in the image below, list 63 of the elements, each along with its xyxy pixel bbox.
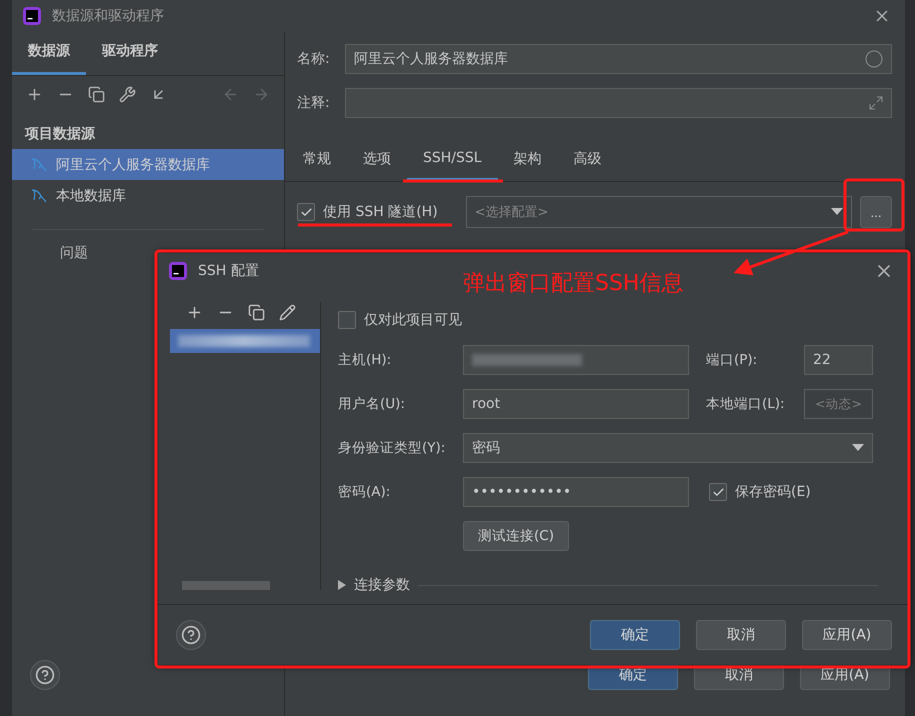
field-label: 端口(P): — [705, 351, 758, 369]
app-logo-icon — [22, 6, 42, 26]
help-button[interactable] — [30, 660, 60, 690]
wrench-icon[interactable] — [119, 86, 136, 103]
section-label: 连接参数 — [354, 576, 410, 594]
copy-icon[interactable] — [248, 304, 265, 321]
section-title: 项目数据源 — [24, 125, 96, 144]
checkbox-label: 仅对此项目可见 — [364, 311, 462, 329]
field-label: 注释: — [297, 94, 331, 112]
help-button[interactable] — [176, 620, 206, 650]
dropdown-caret-icon — [852, 444, 864, 452]
field-label: 主机(H): — [338, 351, 392, 369]
annotation-text: 弹出窗口配置SSH信息 — [463, 270, 684, 298]
add-icon[interactable] — [26, 86, 43, 103]
checkbox-label: 使用 SSH 隧道(H) — [323, 203, 438, 221]
comment-field[interactable] — [345, 88, 892, 118]
item-label: 阿里云个人服务器数据库 — [56, 156, 210, 174]
config-dropdown[interactable]: <选择配置> — [466, 196, 852, 228]
tab[interactable]: SSH/SSL — [407, 140, 498, 181]
circle-icon — [865, 50, 883, 68]
more-button[interactable]: ... — [860, 196, 892, 228]
host-field[interactable] — [463, 345, 689, 375]
expand-icon — [869, 96, 883, 110]
name-field[interactable]: 阿里云个人服务器数据库 — [345, 44, 892, 74]
password-field[interactable]: •••••••••••• — [463, 477, 689, 507]
field-label: 本地端口(L): — [705, 395, 786, 413]
dolphin-icon — [30, 188, 48, 204]
auth-type-dropdown[interactable]: 密码 — [463, 433, 873, 463]
checkbox[interactable] — [709, 483, 727, 501]
annotation-box — [844, 178, 904, 232]
dialog-button[interactable]: 应用(A) — [802, 620, 892, 650]
data-source-item[interactable]: 本地数据库 — [12, 180, 284, 211]
data-source-item[interactable]: 阿里云个人服务器数据库 — [12, 149, 284, 180]
port-field[interactable]: 22 — [804, 345, 873, 375]
add-icon[interactable] — [186, 304, 203, 321]
field-label: 身份验证类型(Y): — [338, 439, 446, 457]
dialog-button[interactable]: 取消 — [696, 620, 786, 650]
dialog-title: SSH 配置 — [198, 262, 260, 280]
expand-triangle-icon[interactable] — [338, 580, 346, 590]
tab[interactable]: 选项 — [347, 140, 407, 181]
copy-icon[interactable] — [88, 86, 105, 103]
primary-button[interactable]: 确定 — [590, 620, 680, 650]
checkbox-label: 保存密码(E) — [735, 483, 811, 501]
field-label: 密码(A): — [338, 483, 392, 501]
dolphin-icon — [30, 156, 48, 172]
check-icon — [300, 206, 312, 218]
username-field[interactable]: root — [463, 389, 689, 419]
tab[interactable]: 驱动程序 — [86, 32, 174, 75]
app-logo-icon — [168, 261, 188, 281]
edit-icon[interactable] — [279, 304, 296, 321]
field-label: 名称: — [297, 50, 331, 68]
window-title: 数据源和驱动程序 — [52, 7, 165, 25]
checkbox[interactable] — [297, 203, 315, 221]
item-label: 本地数据库 — [56, 186, 126, 204]
checkbox[interactable] — [338, 311, 356, 329]
check-icon — [712, 486, 724, 498]
tab[interactable]: 高级 — [558, 140, 618, 181]
tab[interactable]: 常规 — [287, 140, 347, 181]
dropdown-caret-icon — [831, 208, 843, 216]
test-connection-button[interactable]: 测试连接(C) — [463, 521, 569, 551]
tab[interactable]: 数据源 — [12, 32, 86, 75]
tab[interactable]: 架构 — [498, 140, 558, 181]
field-label: 用户名(U): — [338, 395, 406, 413]
